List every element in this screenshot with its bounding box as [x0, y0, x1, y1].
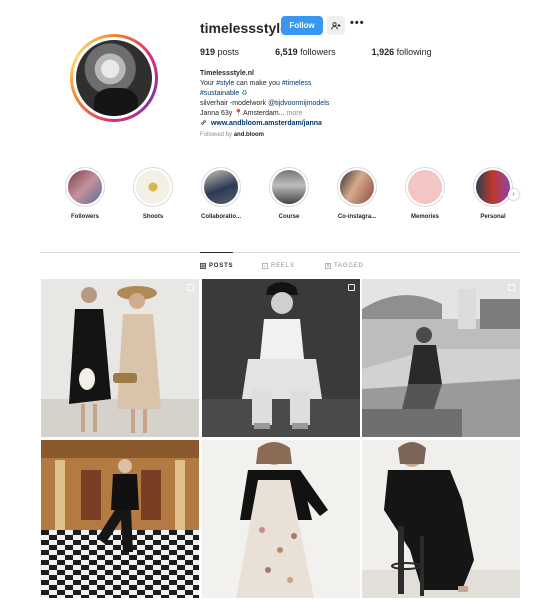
- highlights-next-button[interactable]: ›: [508, 189, 519, 200]
- bio-more-link[interactable]: more: [287, 110, 303, 117]
- highlight-cover: [68, 170, 102, 204]
- highlight-ring: [65, 167, 105, 207]
- followed-by-user[interactable]: and.bloom: [234, 132, 264, 138]
- highlight-ring: [405, 167, 445, 207]
- post-woman-pool-terrace[interactable]: [362, 279, 520, 437]
- highlight-label: Followers: [70, 214, 99, 220]
- followed-by: Followed by and.bloom: [200, 132, 264, 138]
- post-two-women-beach-hat[interactable]: [41, 279, 199, 437]
- post-image: [362, 279, 520, 437]
- highlight-label: Personal: [480, 214, 506, 220]
- hashtag-timeless[interactable]: #timeless: [282, 80, 312, 87]
- tabs-divider: [40, 252, 520, 253]
- post-image: [362, 440, 520, 598]
- profile-link[interactable]: www.andbloom.amsterdam/janna: [211, 120, 322, 127]
- chevron-right-icon: ›: [512, 191, 515, 198]
- highlight-course[interactable]: Course: [259, 167, 319, 220]
- followers-label: followers: [300, 47, 336, 57]
- add-person-icon: [331, 21, 341, 29]
- multiple-images-icon: [508, 284, 515, 291]
- following-count: 1,926: [371, 47, 395, 57]
- more-options-button[interactable]: •••: [350, 17, 365, 29]
- highlight-co-instagram[interactable]: Co-instagra...: [327, 167, 387, 220]
- profile-avatar[interactable]: [70, 34, 158, 122]
- post-image: [41, 440, 199, 598]
- tab-tagged[interactable]: TAGGED: [325, 263, 364, 269]
- bio-text: ...: [278, 110, 287, 117]
- post-image: [202, 440, 360, 598]
- post-woman-sitting-cap[interactable]: [202, 279, 360, 437]
- highlight-label: Co-instagra...: [337, 214, 377, 220]
- post-woman-checkered-floor[interactable]: [41, 440, 199, 598]
- multiple-images-icon: [187, 284, 194, 291]
- bio-text: silverhair -modelwork: [200, 100, 269, 107]
- post-woman-black-dress-chair[interactable]: [362, 440, 520, 598]
- highlight-label: Course: [278, 214, 300, 220]
- more-options-icon: •••: [350, 17, 365, 29]
- posts-stat: 919 posts: [200, 47, 239, 57]
- highlight-shoots[interactable]: Shoots: [123, 167, 183, 220]
- followed-by-prefix: Followed by: [200, 132, 234, 138]
- tab-label: REELS: [271, 263, 295, 269]
- hashtag-sustainable[interactable]: #sustainable: [200, 90, 239, 97]
- highlight-cover: [340, 170, 374, 204]
- profile-bio: Timelessstyle.nl Your #style can make yo…: [200, 69, 430, 129]
- tagged-icon: [325, 263, 331, 269]
- profile-stats: 919 posts 6,519 followers 1,926 followin…: [200, 47, 468, 57]
- bio-line-1: Your #style can make you #timeless: [200, 79, 430, 89]
- hashtag-style[interactable]: #style: [216, 80, 234, 87]
- following-stat[interactable]: 1,926 following: [372, 47, 432, 57]
- tab-posts[interactable]: POSTS: [200, 263, 233, 269]
- profile-name: Timelessstyle.nl: [200, 70, 254, 77]
- recycle-emoji-icon: ♻: [241, 90, 248, 97]
- bio-text: can make you: [234, 80, 282, 87]
- highlight-ring: [337, 167, 377, 207]
- tab-reels[interactable]: REELS: [262, 263, 295, 269]
- highlight-cover: [136, 170, 170, 204]
- multiple-images-icon: [348, 284, 355, 291]
- tab-label: TAGGED: [334, 263, 364, 269]
- bio-line-4: Janna 63y 📍Amsterdam... more: [200, 109, 430, 119]
- grid-icon: [200, 263, 206, 269]
- highlight-cover: [204, 170, 238, 204]
- highlight-collaborations[interactable]: Collaboratio...: [191, 167, 251, 220]
- highlight-ring: [133, 167, 173, 207]
- highlight-cover: [272, 170, 306, 204]
- mention-tijdvoormijmodels[interactable]: @tijdvoormijmodels: [268, 100, 329, 107]
- link-icon: [201, 120, 206, 125]
- highlight-ring: [201, 167, 241, 207]
- post-image: [202, 279, 360, 437]
- following-label: following: [396, 47, 432, 57]
- highlight-followers[interactable]: Followers: [55, 167, 115, 220]
- bio-text: Your: [200, 80, 217, 87]
- highlight-memories[interactable]: Memories: [395, 167, 455, 220]
- highlight-ring: [269, 167, 309, 207]
- bio-text: Janna 63y: [200, 110, 233, 117]
- suggest-accounts-button[interactable]: [327, 16, 345, 35]
- followers-stat[interactable]: 6,519 followers: [275, 47, 336, 57]
- avatar-photo: [76, 40, 152, 116]
- follow-button[interactable]: Follow: [281, 16, 323, 35]
- post-woman-floral-dress[interactable]: [202, 440, 360, 598]
- post-image: [41, 279, 199, 437]
- bio-line-3: silverhair -modelwork @tijdvoormijmodels: [200, 99, 430, 109]
- tab-label: POSTS: [209, 263, 234, 269]
- active-tab-indicator: [200, 252, 233, 253]
- posts-label: posts: [217, 47, 240, 57]
- highlight-cover: [476, 170, 510, 204]
- reels-icon: [262, 263, 268, 269]
- highlight-label: Collaboratio...: [200, 214, 241, 220]
- posts-count: 919: [200, 47, 216, 57]
- highlight-cover: [408, 170, 442, 204]
- followers-count: 6,519: [275, 47, 298, 57]
- location-text: 📍Amsterdam: [234, 110, 279, 117]
- highlight-ring: [473, 167, 513, 207]
- bio-link-row[interactable]: www.andbloom.amsterdam/janna: [200, 119, 430, 129]
- avatar-inner: [73, 37, 155, 119]
- bio-line-2: #sustainable ♻: [200, 89, 430, 99]
- highlight-label: Memories: [410, 214, 439, 220]
- highlight-label: Shoots: [142, 214, 164, 220]
